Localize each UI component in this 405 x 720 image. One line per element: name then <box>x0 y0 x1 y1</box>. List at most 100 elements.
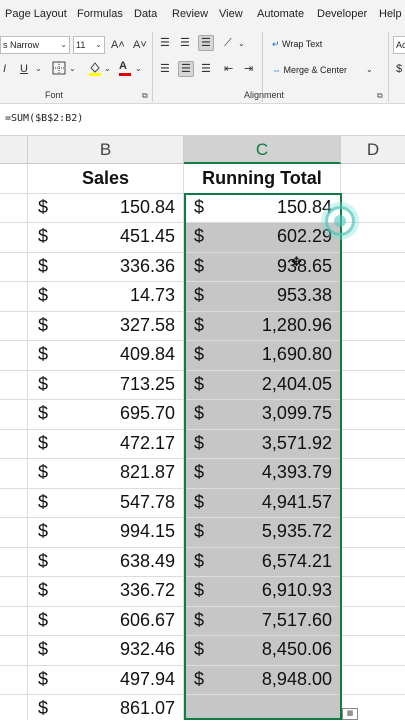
align-right-icon[interactable]: ☰ <box>201 62 211 76</box>
sales-cell[interactable]: $861.07 <box>28 695 184 720</box>
cell[interactable] <box>0 695 28 720</box>
fill-color-icon[interactable] <box>88 60 102 80</box>
cell[interactable] <box>341 666 405 695</box>
running-total-cell[interactable]: $2,404.05 <box>184 370 341 399</box>
column-header-c[interactable]: C <box>184 136 341 164</box>
running-total-cell[interactable]: $4,393.79 <box>184 459 341 488</box>
cell[interactable] <box>0 400 28 429</box>
cell[interactable] <box>0 341 28 370</box>
sales-cell[interactable]: $327.58 <box>28 311 184 340</box>
running-total-cell[interactable]: $1,690.80 <box>184 341 341 370</box>
running-total-cell[interactable]: $6,910.93 <box>184 577 341 606</box>
borders-icon[interactable] <box>52 61 66 79</box>
sales-cell[interactable]: $451.45 <box>28 223 184 252</box>
align-top-icon[interactable]: ☰ <box>160 36 170 50</box>
font-size-dropdown[interactable]: 11 ⌄ <box>73 36 105 54</box>
running-total-cell[interactable]: $7,517.60 <box>184 606 341 635</box>
sales-cell[interactable]: $606.67 <box>28 606 184 635</box>
running-total-header-cell[interactable]: Running Total <box>184 164 341 193</box>
align-middle-icon[interactable]: ☰ <box>180 36 190 50</box>
font-name-dropdown[interactable]: s Narrow ⌄ <box>0 36 70 54</box>
sales-cell[interactable]: $336.36 <box>28 252 184 281</box>
number-format-dropdown[interactable]: Ac <box>393 36 405 54</box>
chevron-down-icon[interactable]: ⌄ <box>135 62 142 76</box>
cell[interactable] <box>341 282 405 311</box>
tab-data[interactable]: Data <box>134 8 157 20</box>
decrease-font-size-icon[interactable]: A˅ <box>133 38 147 52</box>
cell[interactable] <box>0 164 28 193</box>
cell[interactable] <box>0 547 28 576</box>
cell[interactable] <box>341 636 405 665</box>
sales-cell[interactable]: $14.73 <box>28 282 184 311</box>
italic-button[interactable]: I <box>3 62 6 76</box>
cell[interactable] <box>341 341 405 370</box>
tab-view[interactable]: View <box>219 8 243 20</box>
cell[interactable] <box>0 518 28 547</box>
cell[interactable] <box>0 429 28 458</box>
sales-cell[interactable]: $713.25 <box>28 370 184 399</box>
dialog-launcher-icon[interactable]: ⧉ <box>142 91 148 101</box>
chevron-down-icon[interactable]: ⌄ <box>238 37 245 51</box>
formula-text[interactable]: =SUM($B$2:B2) <box>5 113 83 124</box>
running-total-cell[interactable]: $3,571.92 <box>184 429 341 458</box>
running-total-cell[interactable]: $1,280.96 <box>184 311 341 340</box>
running-total-cell[interactable]: $953.38 <box>184 282 341 311</box>
cell[interactable] <box>341 164 405 193</box>
cell[interactable] <box>341 489 405 518</box>
cell[interactable] <box>0 459 28 488</box>
cell[interactable] <box>0 370 28 399</box>
tab-page-layout[interactable]: Page Layout <box>5 8 67 20</box>
sales-cell[interactable]: $638.49 <box>28 547 184 576</box>
column-header-d[interactable]: D <box>341 136 405 164</box>
cell[interactable] <box>341 312 405 341</box>
cell[interactable] <box>0 606 28 635</box>
sales-cell[interactable]: $821.87 <box>28 459 184 488</box>
cell[interactable] <box>0 193 28 222</box>
tab-help[interactable]: Help <box>379 8 402 20</box>
sales-cell[interactable]: $472.17 <box>28 429 184 458</box>
cell[interactable] <box>341 253 405 282</box>
cell[interactable] <box>341 518 405 547</box>
dialog-launcher-icon[interactable]: ⧉ <box>377 91 383 101</box>
sales-cell[interactable]: $547.78 <box>28 488 184 517</box>
sales-cell[interactable]: $336.72 <box>28 577 184 606</box>
running-total-cell[interactable]: $602.29 <box>184 223 341 252</box>
font-color-icon[interactable]: A <box>119 59 131 76</box>
chevron-down-icon[interactable]: ⌄ <box>69 62 76 76</box>
cell[interactable] <box>341 577 405 606</box>
formula-bar[interactable]: =SUM($B$2:B2) <box>0 104 405 136</box>
cell[interactable] <box>0 577 28 606</box>
cell[interactable] <box>0 223 28 252</box>
running-total-cell[interactable]: $6,574.21 <box>184 547 341 576</box>
running-total-cell[interactable]: $5,935.72 <box>184 518 341 547</box>
cell[interactable] <box>341 459 405 488</box>
orientation-icon[interactable]: ⟋ <box>224 36 232 50</box>
sales-cell[interactable]: $932.46 <box>28 636 184 665</box>
cell[interactable] <box>341 607 405 636</box>
cell[interactable] <box>0 636 28 665</box>
align-left-icon[interactable]: ☰ <box>160 62 170 76</box>
cell[interactable] <box>341 548 405 577</box>
column-header-a[interactable] <box>0 136 28 164</box>
underline-button[interactable]: U <box>20 62 28 76</box>
column-header-b[interactable]: B <box>28 136 184 164</box>
align-bottom-icon[interactable]: ☰ <box>198 35 214 51</box>
running-total-cell[interactable]: $8,450.06 <box>184 636 341 665</box>
running-total-cell[interactable]: $4,941.57 <box>184 488 341 517</box>
chevron-down-icon[interactable]: ⌄ <box>366 63 373 77</box>
tab-formulas[interactable]: Formulas <box>77 8 123 20</box>
quick-analysis-icon[interactable]: ▦ <box>342 708 358 720</box>
running-total-cell[interactable]: $938.65 <box>184 252 341 281</box>
sales-cell[interactable]: $409.84 <box>28 341 184 370</box>
sales-cell[interactable]: $497.94 <box>28 665 184 694</box>
tab-developer[interactable]: Developer <box>317 8 367 20</box>
tab-automate[interactable]: Automate <box>257 8 304 20</box>
chevron-down-icon[interactable]: ⌄ <box>104 62 111 76</box>
cell[interactable] <box>0 252 28 281</box>
cell[interactable] <box>0 311 28 340</box>
decrease-indent-icon[interactable]: ⇤ <box>224 62 233 76</box>
running-total-cell[interactable] <box>184 695 341 720</box>
wrap-text-button[interactable]: ↵ Wrap Text <box>272 37 322 51</box>
running-total-cell[interactable]: $8,948.00 <box>184 665 341 694</box>
cell[interactable] <box>0 665 28 694</box>
